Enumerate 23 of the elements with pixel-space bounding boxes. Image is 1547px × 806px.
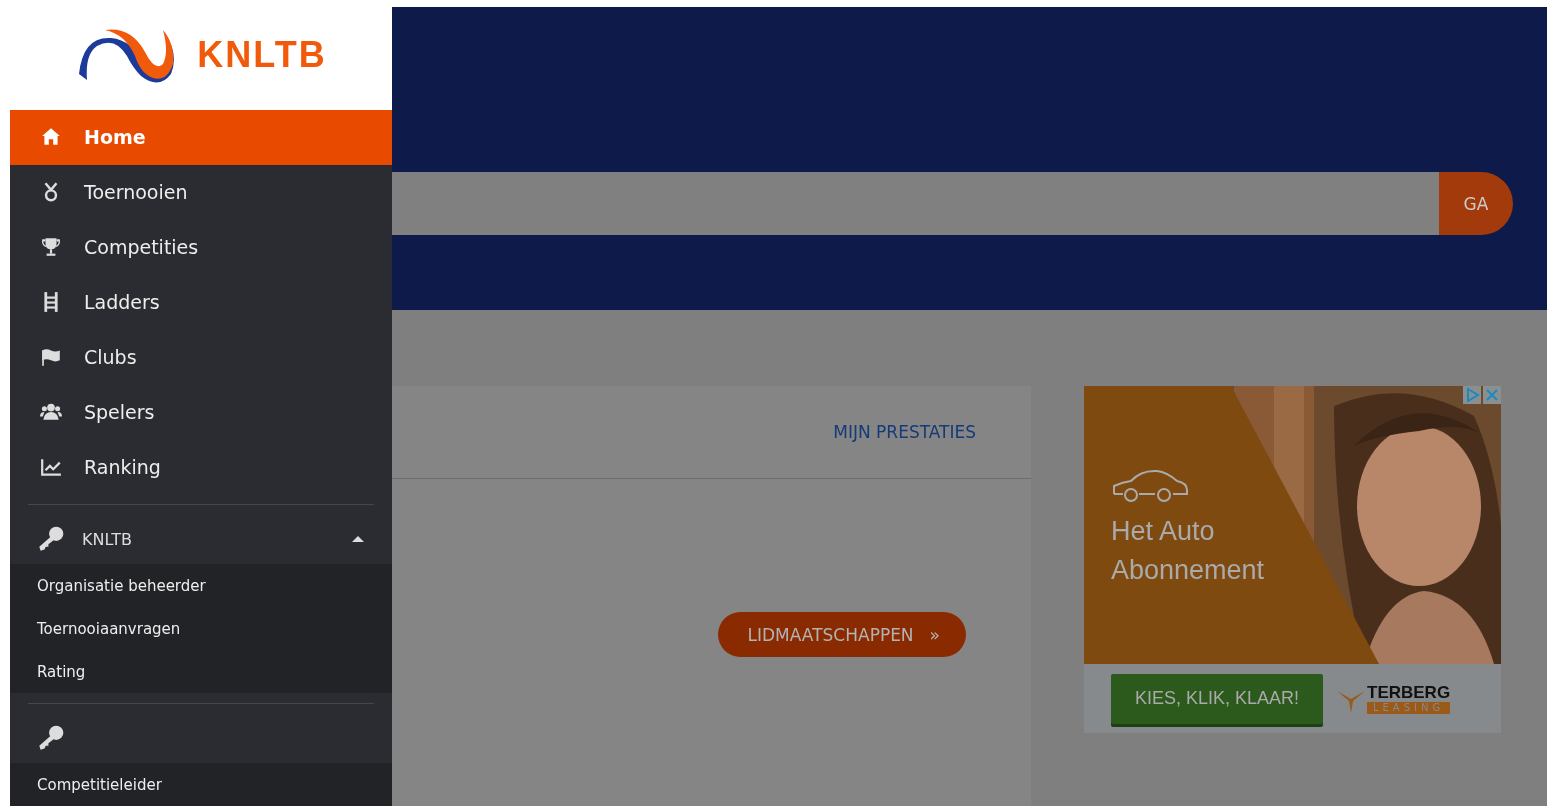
nav-item[interactable]: Spelers — [10, 384, 392, 440]
nav-item[interactable]: Clubs — [10, 329, 392, 385]
caret-icon[interactable] — [352, 535, 364, 544]
cta-button[interactable]: KIES, KLIK, KLAAR! — [1111, 673, 1323, 724]
brand-subtitle: LEASING — [1367, 701, 1451, 714]
nav-item[interactable]: Competities — [10, 219, 392, 275]
close-icon[interactable] — [1483, 386, 1501, 404]
submenu-item[interactable]: Organisatie beheerder — [10, 564, 392, 608]
ad-headline: Het Auto Abonnement — [1111, 515, 1266, 587]
search-field[interactable] — [392, 172, 1439, 235]
nav-item[interactable]: Ladders — [10, 274, 392, 330]
nav-item[interactable]: Ranking — [10, 439, 392, 495]
submenu-item[interactable]: Rating — [10, 650, 392, 694]
submenu-item[interactable]: Competitieleider — [10, 763, 392, 806]
nav-item[interactable]: Toernooien — [10, 164, 392, 220]
search-button[interactable]: GA — [1439, 172, 1513, 235]
submenu-item[interactable]: Toernooiaanvragen — [10, 607, 392, 651]
brand-name: TERBERG — [1367, 683, 1451, 702]
memberships-button[interactable]: LIDMAATSCHAPPEN » — [717, 612, 966, 657]
play-icon[interactable] — [1463, 386, 1481, 404]
section-title[interactable]: KNLTB — [82, 529, 336, 549]
logo-text: KNLTB — [197, 33, 327, 76]
nav-item[interactable]: Home — [10, 109, 392, 165]
